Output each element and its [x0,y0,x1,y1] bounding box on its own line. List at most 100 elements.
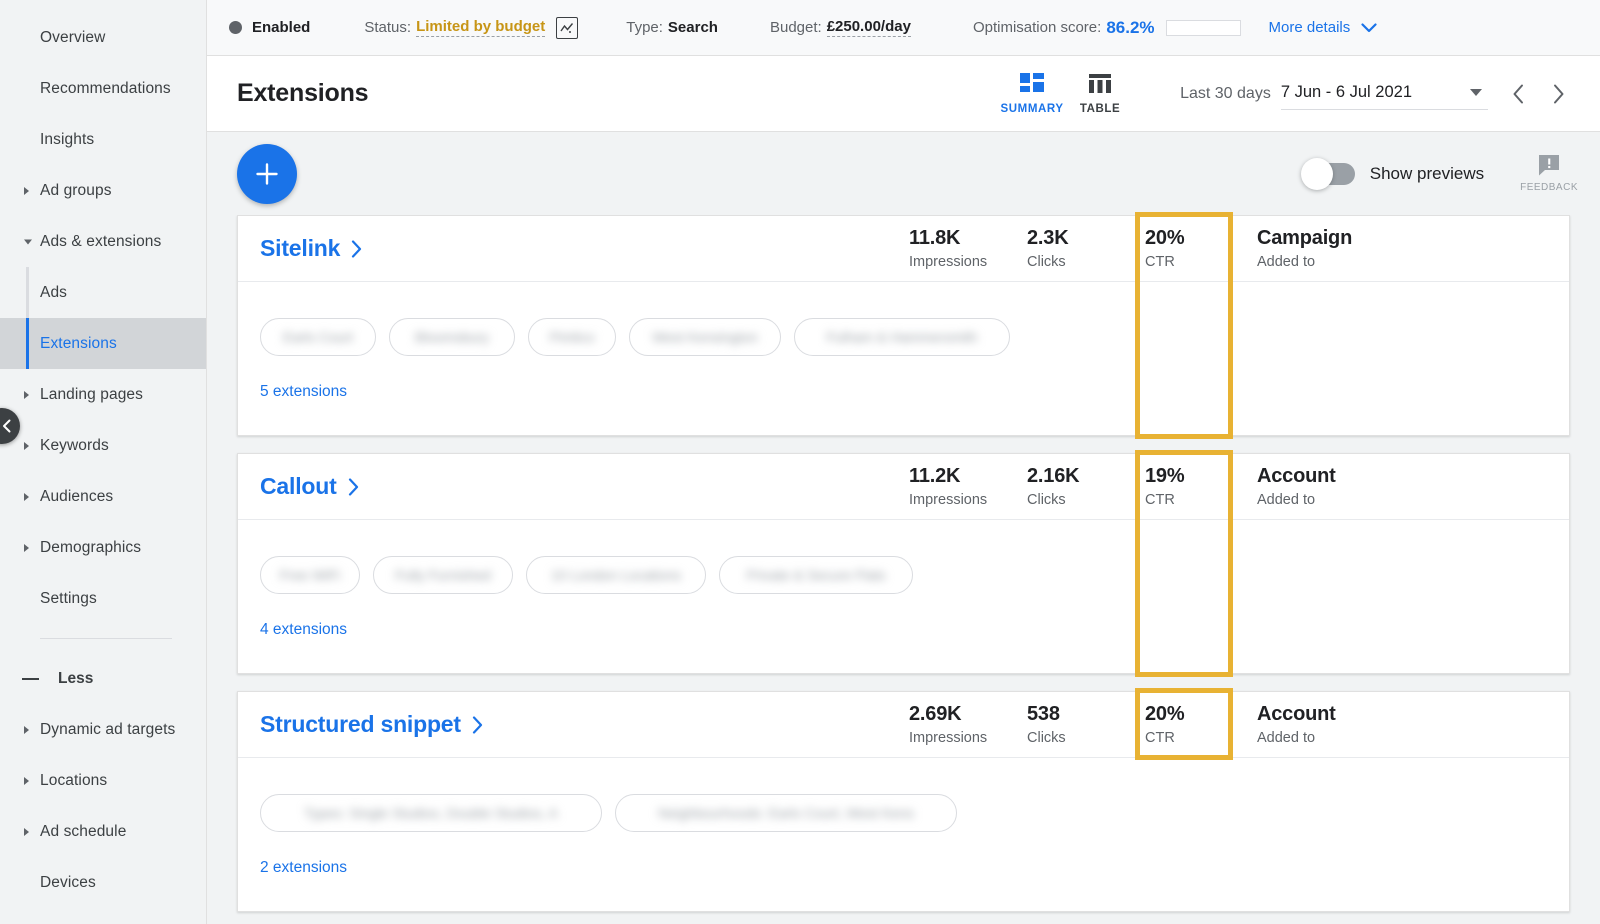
extension-card: Structured snippet2.69KImpressions538Cli… [237,691,1570,912]
sidebar-item-label: Demographics [40,539,141,557]
extension-chip[interactable]: Fulham & Hammersmith [794,318,1010,356]
date-next-button[interactable] [1538,74,1578,114]
extension-chip-label: West Kensington [652,329,758,345]
extension-chip[interactable]: Private & Secure Flats [719,556,913,594]
status-value[interactable]: Limited by budget [416,18,545,37]
extension-chip[interactable]: Bloomsbury [389,318,515,356]
status-dot-icon [229,21,242,34]
minus-icon [22,678,39,680]
show-previews-toggle[interactable] [1303,163,1355,185]
metric-value: 11.8K [909,227,1027,250]
extension-card-metrics: 2.69KImpressions538Clicks20%CTRAccountAd… [909,692,1569,757]
more-details-button[interactable]: More details [1269,19,1378,36]
sidebar-item-locations[interactable]: Locations [0,755,206,806]
more-details-label: More details [1269,19,1351,36]
metric-label: Added to [1257,254,1569,270]
sidebar-item-insights[interactable]: Insights [0,114,206,165]
metric-value: Account [1257,465,1569,488]
sidebar-item-extensions[interactable]: Extensions [0,318,206,369]
extension-chip[interactable]: Pimlico [528,318,616,356]
view-tab-summary-label: SUMMARY [1000,103,1063,115]
feedback-bubble-icon [1536,154,1562,178]
sidebar-item-ads-extensions[interactable]: Ads & extensions [0,216,206,267]
metric-ctr: 19%CTR [1145,454,1229,519]
extension-chip-label: Pimlico [549,329,594,345]
show-previews-label: Show previews [1370,164,1484,184]
extension-card-title[interactable]: Structured snippet [260,711,483,738]
sidebar-item-landing-pages[interactable]: Landing pages [0,369,206,420]
extension-chip[interactable]: Free WiFi [260,556,360,594]
extension-card: Callout11.2KImpressions2.16KClicks19%CTR… [237,453,1570,674]
extension-card-body: Free WiFi Fully Furnished 10 London Locati… [238,520,1569,673]
feedback-button[interactable]: FEEDBACK [1520,154,1578,193]
type-label: Type: [626,19,663,36]
sidebar-item-label: Ads & extensions [40,233,161,251]
add-extension-button[interactable] [237,144,297,204]
metric-impressions: 11.8KImpressions [909,216,1027,281]
sidebar-item-overview[interactable]: Overview [0,12,206,63]
feedback-label: FEEDBACK [1520,182,1578,193]
chevron-right-icon [24,391,29,399]
extension-chip-label: Neighbourhoods: Earls Court, West Kens [658,805,914,821]
sidebar-item-recommendations[interactable]: Recommendations [0,63,206,114]
sidebar-item-audiences[interactable]: Audiences [0,471,206,522]
metric-ctr: 20%CTR [1145,216,1229,281]
metric-label: Added to [1257,492,1569,508]
extension-card-title[interactable]: Callout [260,473,359,500]
date-prev-button[interactable] [1498,74,1538,114]
budget-value[interactable]: £250.00/day [827,18,911,37]
date-preset-label: Last 30 days [1180,85,1271,103]
metric-value: 538 [1027,703,1145,726]
extension-chip[interactable]: Types: Single Studios, Double Studios, A [260,794,602,832]
extension-chip[interactable]: Fully Furnished [373,556,513,594]
sidebar-item-keywords[interactable]: Keywords [0,420,206,471]
optimisation-score: Optimisation score: 86.2% [973,18,1241,38]
date-range-picker[interactable]: 7 Jun - 6 Jul 2021 [1281,77,1488,110]
sidebar-item-ads[interactable]: Ads [0,267,206,318]
sidebar-item-label: Settings [40,590,97,608]
sidebar-item-demographics[interactable]: Demographics [0,522,206,573]
sidebar-item-ad-schedule[interactable]: Ad schedule [0,806,206,857]
metric-value: 19% [1145,465,1229,488]
campaign-state[interactable]: Enabled [229,19,310,36]
chevron-right-icon [24,544,29,552]
chevron-right-icon [24,828,29,836]
extension-chip-list: Free WiFi Fully Furnished 10 London Locati… [238,520,1569,594]
line-chart-icon[interactable] [556,17,578,39]
budget-label: Budget: [770,19,822,36]
sidebar-item-dynamic-ad-targets[interactable]: Dynamic ad targets [0,704,206,755]
extensions-count-link[interactable]: 2 extensions [260,859,347,877]
table-icon [1087,72,1113,98]
extensions-count-link[interactable]: 4 extensions [260,621,347,639]
metric-label: Clicks [1027,254,1145,270]
extension-chip-label: Earls Court [283,329,353,345]
sidebar-item-devices[interactable]: Devices [0,857,206,908]
sidebar-item-settings[interactable]: Settings [0,573,206,624]
extension-card-metrics: 11.2KImpressions2.16KClicks19%CTRAccount… [909,454,1569,519]
optimisation-label: Optimisation score: [973,19,1101,36]
view-tab-summary[interactable]: SUMMARY [1000,72,1064,115]
extension-chip[interactable]: Neighbourhoods: Earls Court, West Kens [615,794,957,832]
sidebar-item-label: Keywords [40,437,109,455]
metric-value: Account [1257,703,1569,726]
extension-card-title-label: Structured snippet [260,711,461,738]
metric-label: CTR [1145,254,1229,270]
view-tab-table[interactable]: TABLE [1068,72,1132,115]
caret-down-icon [1470,89,1482,96]
optimisation-value: 86.2% [1106,18,1154,38]
metric-label: Clicks [1027,730,1145,746]
extension-cards-list: Sitelink11.8KImpressions2.3KClicks20%CTR… [207,215,1600,924]
extension-chip-label: Private & Secure Flats [746,567,885,583]
sidebar-item-ad-groups[interactable]: Ad groups [0,165,206,216]
metric-label: CTR [1145,730,1229,746]
nav-less-toggle[interactable]: Less [0,653,206,704]
extension-chip[interactable]: Earls Court [260,318,376,356]
chevron-down-icon [1361,23,1377,33]
extension-chip-list: Types: Single Studios, Double Studios, A… [238,758,1569,832]
extension-card-title[interactable]: Sitelink [260,235,362,262]
extension-chip[interactable]: West Kensington [629,318,781,356]
extension-chip[interactable]: 10 London Locations [526,556,706,594]
sidebar-item-label: Audiences [40,488,113,506]
campaign-state-label: Enabled [252,19,310,36]
extensions-count-link[interactable]: 5 extensions [260,383,347,401]
